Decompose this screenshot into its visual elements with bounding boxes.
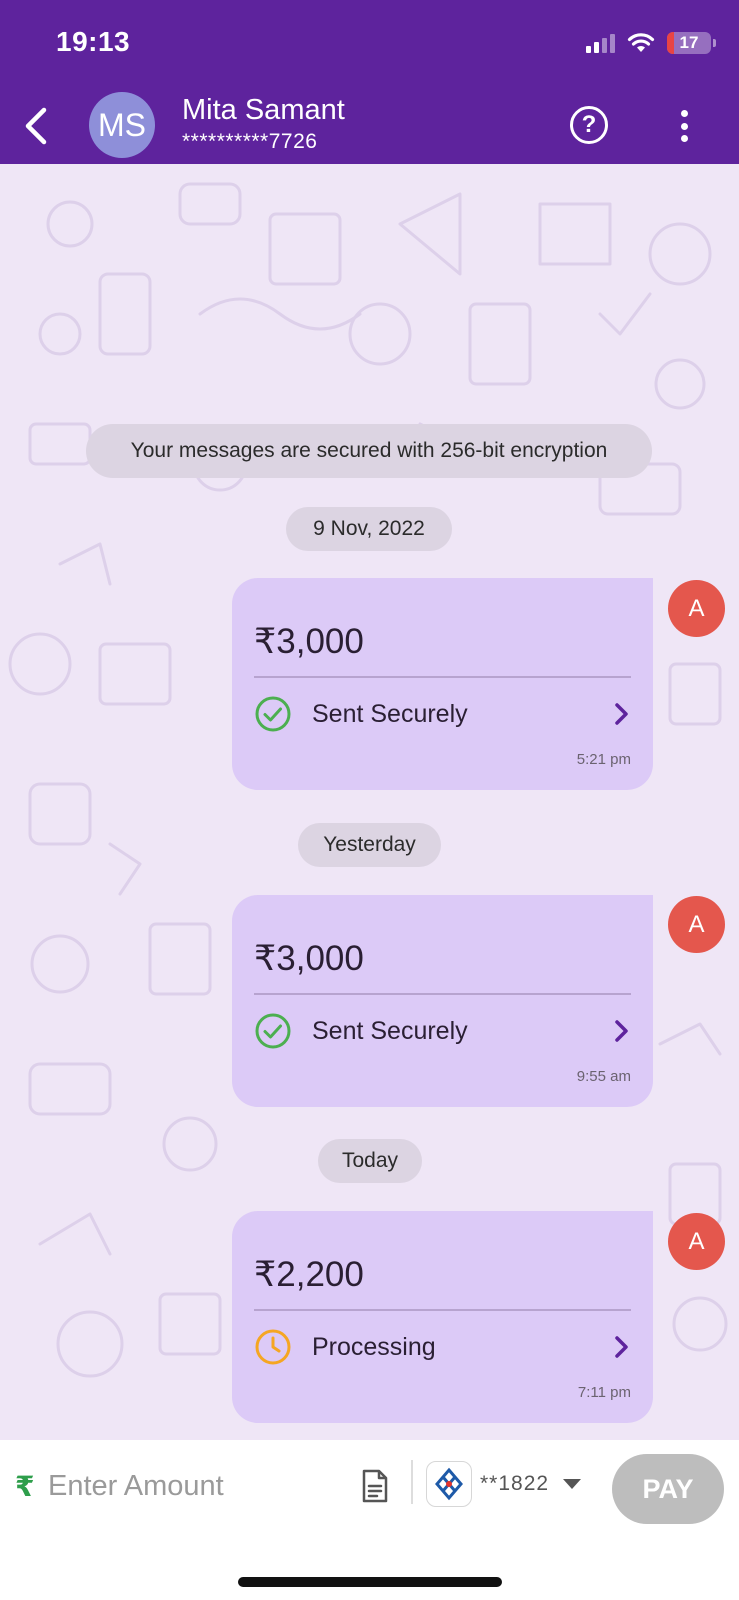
- home-indicator: [238, 1577, 502, 1587]
- contact-name[interactable]: Mita Samant: [182, 94, 345, 127]
- chevron-right-icon: [615, 703, 628, 725]
- bank-account-number: **1822: [480, 1472, 550, 1495]
- payment-time: 5:21 pm: [576, 751, 631, 768]
- signal-icon: [586, 33, 615, 53]
- battery-icon: 17: [667, 32, 716, 54]
- check-circle-icon: [255, 1013, 291, 1049]
- back-button[interactable]: [18, 104, 54, 148]
- payment-status: Sent Securely: [312, 699, 468, 728]
- payment-status: Processing: [312, 1332, 436, 1361]
- caret-down-icon: [563, 1479, 582, 1489]
- contact-number: **********7726: [182, 130, 318, 153]
- contact-avatar[interactable]: MS: [89, 92, 155, 158]
- pay-button[interactable]: PAY: [612, 1454, 724, 1524]
- wifi-icon: [627, 33, 655, 52]
- chevron-left-icon: [25, 107, 47, 145]
- payment-amount: ₹2,200: [254, 1255, 364, 1294]
- rupee-icon: ₹: [15, 1471, 35, 1502]
- bubble-divider: [254, 1309, 631, 1311]
- sender-avatar: A: [668, 580, 725, 637]
- app-header: 19:13 17 MS Mita Samant **********7726 ?: [0, 0, 739, 164]
- bank-logo: [426, 1461, 472, 1507]
- bank-account-selector[interactable]: **1822: [426, 1456, 596, 1512]
- payment-status-row: Sent Securely: [254, 694, 631, 734]
- bubble-divider: [254, 993, 631, 995]
- help-icon: ?: [581, 111, 597, 138]
- date-separator: Today: [318, 1139, 422, 1183]
- clock-icon: [255, 1329, 291, 1365]
- payment-bubble[interactable]: ₹3,000 Sent Securely 9:55 am: [232, 895, 653, 1107]
- date-separator: Yesterday: [298, 823, 441, 867]
- encryption-notice: Your messages are secured with 256-bit e…: [86, 424, 652, 478]
- payment-status: Sent Securely: [312, 1016, 468, 1045]
- payment-input-bar: ₹ **1822 PAY: [0, 1440, 739, 1600]
- input-divider: [411, 1460, 413, 1504]
- payment-time: 9:55 am: [576, 1068, 631, 1085]
- help-button[interactable]: ?: [570, 106, 608, 144]
- sender-avatar: A: [668, 896, 725, 953]
- payment-status-row: Sent Securely: [254, 1011, 631, 1051]
- sender-avatar: A: [668, 1213, 725, 1270]
- amount-input[interactable]: [48, 1464, 348, 1508]
- chevron-right-icon: [615, 1336, 628, 1358]
- payment-status-row: Processing: [254, 1327, 631, 1367]
- payment-amount: ₹3,000: [254, 939, 364, 978]
- more-options-button[interactable]: [668, 106, 700, 146]
- payment-time: 7:11 pm: [577, 1384, 631, 1401]
- add-note-icon[interactable]: [360, 1468, 390, 1504]
- check-circle-icon: [255, 696, 291, 732]
- status-time: 19:13: [56, 26, 131, 57]
- status-icons: 17: [586, 30, 716, 56]
- bank-logo-icon: [435, 1467, 463, 1501]
- payment-amount: ₹3,000: [254, 622, 364, 661]
- payment-bubble[interactable]: ₹2,200 Processing 7:11 pm: [232, 1211, 653, 1423]
- chevron-right-icon: [615, 1020, 628, 1042]
- bubble-divider: [254, 676, 631, 678]
- battery-level: 17: [679, 33, 699, 52]
- payment-bubble[interactable]: ₹3,000 Sent Securely 5:21 pm: [232, 578, 653, 790]
- date-separator: 9 Nov, 2022: [286, 507, 452, 551]
